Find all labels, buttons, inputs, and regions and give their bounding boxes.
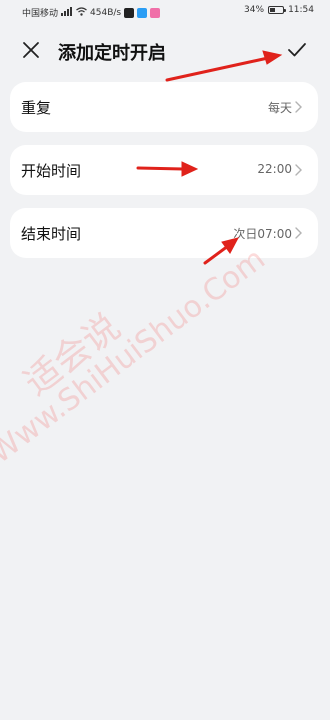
app-notification-icon: [137, 7, 148, 18]
status-left: 中国移动 454B/s: [22, 6, 161, 19]
repeat-value: 每天: [267, 101, 292, 115]
status-right: 34% 11:54: [244, 5, 314, 15]
start-time-value: 22:00: [257, 162, 292, 176]
end-time-label: 结束时间: [21, 225, 82, 243]
chevron-right-icon: [295, 227, 302, 239]
repeat-row[interactable]: 重复 每天: [10, 82, 318, 132]
close-icon: [23, 42, 39, 58]
watermark-en: Www.ShiHuiShuo.Com: [0, 241, 272, 471]
confirm-button[interactable]: [284, 37, 310, 63]
net-speed-text: 454B/s: [90, 7, 122, 18]
start-time-label: 开始时间: [21, 162, 82, 180]
battery-percent: 34%: [244, 5, 265, 15]
clock-text: 11:54: [288, 5, 314, 15]
carrier-text: 中国移动: [22, 9, 59, 19]
battery-icon: [268, 6, 287, 14]
end-time-row[interactable]: 结束时间 次日07:00: [10, 208, 318, 258]
close-button[interactable]: [18, 37, 44, 63]
watermark: 适会说 Www.ShiHuiShuo.Com: [0, 153, 330, 470]
chevron-right-icon: [295, 101, 302, 113]
app-notification-icon: [150, 7, 161, 18]
header-bar: 添加定时开启: [0, 30, 330, 70]
checkmark-icon: [288, 43, 306, 57]
start-time-row[interactable]: 开始时间 22:00: [10, 145, 318, 195]
wifi-icon: [76, 6, 87, 19]
repeat-label: 重复: [21, 99, 52, 117]
status-bar: 中国移动 454B/s 34% 11:54: [0, 0, 330, 24]
page-title: 添加定时开启: [58, 43, 166, 64]
signal-icon: [61, 6, 73, 19]
end-time-value: 次日07:00: [233, 227, 292, 241]
app-notification-icon: [124, 7, 135, 18]
chevron-right-icon: [295, 164, 302, 176]
